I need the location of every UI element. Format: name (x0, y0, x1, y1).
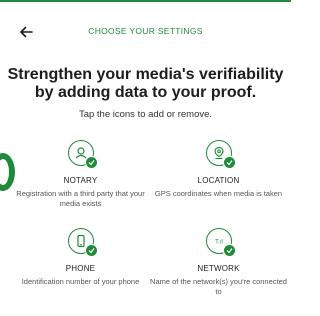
setting-description: Registration with a third party that you… (16, 189, 145, 208)
checkmark-icon (84, 244, 98, 257)
setting-location[interactable]: LOCATION GPS coordinates when media is t… (146, 140, 291, 199)
network-signal-icon[interactable]: T.ıl (205, 228, 236, 257)
setting-title: NOTARY (63, 176, 98, 185)
setting-description: Name of the network(s) you're connected … (150, 277, 287, 296)
svg-text:T.ıl: T.ıl (215, 240, 223, 246)
headline: Strengthen your media's verifiability by… (7, 66, 284, 101)
notary-icon[interactable] (67, 140, 98, 169)
setting-description: GPS coordinates when media is taken (154, 189, 283, 198)
setting-notary[interactable]: NOTARY Registration with a third party t… (8, 140, 153, 209)
setting-phone[interactable]: PHONE Identification number of your phon… (8, 228, 153, 287)
checkmark-icon (222, 156, 236, 169)
subhead: Tap the icons to add or remove. (78, 109, 213, 120)
page-title: CHOOSE YOUR SETTINGS (88, 26, 203, 36)
setting-description: Identification number of your phone (21, 277, 140, 286)
phone-icon[interactable] (67, 228, 98, 257)
setting-title: NETWORK (197, 264, 240, 273)
top-accent-bar (0, 0, 291, 2)
checkmark-icon (84, 156, 98, 169)
setting-title: LOCATION (197, 176, 240, 185)
setting-title: PHONE (65, 264, 96, 273)
setting-network[interactable]: T.ıl NETWORK Name of the network(s) you'… (146, 228, 291, 297)
location-pin-icon[interactable] (205, 140, 236, 169)
checkmark-icon (222, 244, 236, 257)
